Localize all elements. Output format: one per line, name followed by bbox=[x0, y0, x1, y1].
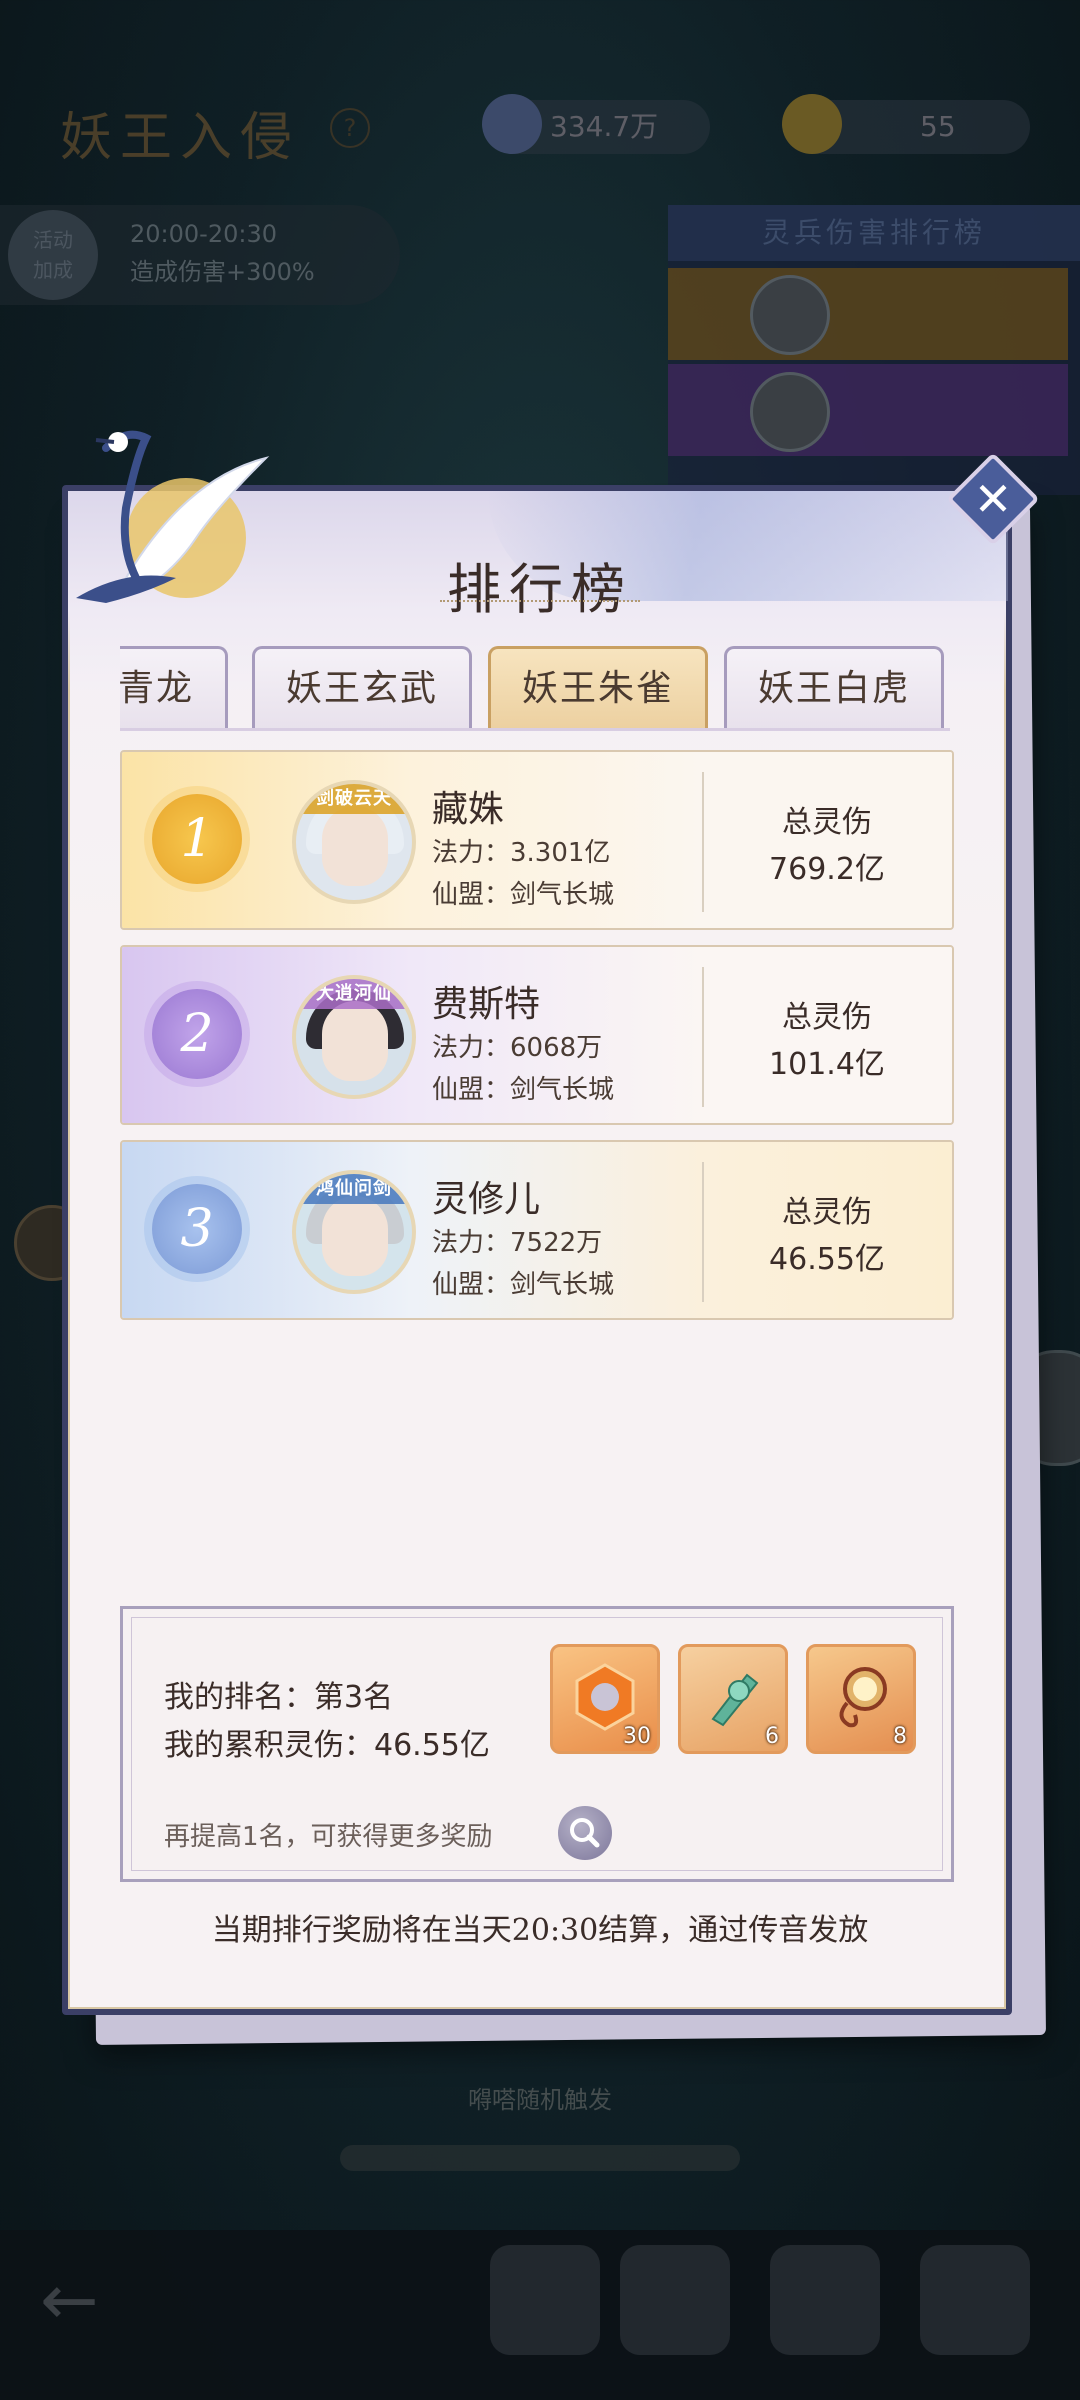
damage-value: 46.55亿 bbox=[769, 1242, 885, 1277]
avatar: 剑破云天 bbox=[292, 780, 416, 904]
tab-baihu[interactable]: 妖王白虎 bbox=[724, 646, 944, 730]
rank-badge: 1 bbox=[152, 794, 242, 884]
bg-side-panel-title: 灵兵伤害排行榜 bbox=[668, 205, 1080, 261]
rank-badge: 2 bbox=[152, 989, 242, 1079]
avatar-face bbox=[322, 1001, 388, 1081]
bg-progress-bar bbox=[340, 2145, 740, 2171]
player-name: 藏姝 bbox=[432, 789, 505, 830]
bg-time-line2: 造成伤害+300% bbox=[130, 258, 315, 286]
reward-count: 6 bbox=[765, 1724, 779, 1749]
bg-avatar bbox=[750, 275, 830, 355]
avatar: 鸿仙问剑 bbox=[292, 1170, 416, 1294]
ranking-row-3[interactable]: 3 鸿仙问剑 灵修儿 法力：7522万 仙盟：剑气长城 总灵伤 46.55亿 bbox=[120, 1140, 954, 1320]
player-guild: 仙盟：剑气长城 bbox=[432, 880, 615, 910]
bg-resource-2-value: 55 bbox=[920, 110, 956, 143]
player-guild: 仙盟：剑气长城 bbox=[432, 1270, 615, 1300]
avatar-title-tag: 大逍河仙 bbox=[296, 979, 412, 1009]
title-ornament bbox=[440, 600, 640, 610]
bg-time-badge: 活动 加成 bbox=[8, 210, 98, 300]
damage-value: 101.4亿 bbox=[769, 1047, 885, 1082]
bg-time-line1: 20:00-20:30 bbox=[130, 220, 277, 248]
mirror-charm-icon bbox=[839, 1667, 887, 1728]
modal-title: 排行榜 bbox=[447, 558, 633, 621]
bg-title: 妖王入侵 bbox=[60, 108, 301, 168]
avatar: 大逍河仙 bbox=[292, 975, 416, 1099]
jade-pendant-icon bbox=[711, 1673, 759, 1727]
tab-underline bbox=[120, 728, 950, 731]
tab-bar: 妖王青龙 妖王玄武 妖王朱雀 妖王白虎 bbox=[120, 640, 950, 730]
my-rank-text: 我的排名：第3名 bbox=[164, 1680, 394, 1715]
bg-time-badge-line2: 加成 bbox=[33, 258, 73, 282]
player-power: 法力：6068万 bbox=[432, 1033, 603, 1063]
bg-resource-2: 55 bbox=[782, 94, 1030, 154]
row-divider bbox=[702, 967, 704, 1107]
orange-crystal-icon bbox=[575, 1663, 635, 1731]
bg-time-text: 20:00-20:30 造成伤害+300% bbox=[130, 215, 315, 291]
bg-avatar bbox=[750, 372, 830, 452]
damage-label: 总灵伤 bbox=[782, 1000, 872, 1035]
bg-time-badge-line1: 活动 bbox=[33, 228, 73, 252]
player-name: 费斯特 bbox=[432, 984, 541, 1025]
ranking-row-1[interactable]: 1 剑破云天 藏姝 法力：3.301亿 仙盟：剑气长城 总灵伤 769.2亿 bbox=[120, 750, 954, 930]
reward-item-2[interactable]: 6 bbox=[678, 1644, 788, 1754]
bg-bottom-button bbox=[770, 2245, 880, 2355]
player-power: 法力：3.301亿 bbox=[432, 838, 611, 868]
help-icon: ? bbox=[330, 108, 370, 148]
damage-label: 总灵伤 bbox=[782, 805, 872, 840]
bg-progress-text: 嘚嗒随机触发 bbox=[468, 2086, 612, 2114]
row-divider bbox=[702, 772, 704, 912]
player-name: 灵修儿 bbox=[432, 1179, 541, 1220]
rank-up-hint: 再提高1名，可获得更多奖励 bbox=[164, 1822, 493, 1852]
bg-side-row bbox=[668, 268, 1068, 360]
spirit-icon bbox=[482, 94, 542, 154]
bg-resource-1: 334.7万 bbox=[482, 94, 710, 154]
damage-value: 769.2亿 bbox=[769, 852, 885, 887]
reward-item-3[interactable]: 8 bbox=[806, 1644, 916, 1754]
damage-label: 总灵伤 bbox=[782, 1195, 872, 1230]
reward-count: 30 bbox=[623, 1724, 651, 1749]
bg-resource-1-value: 334.7万 bbox=[550, 110, 659, 143]
reward-item-1[interactable]: 30 bbox=[550, 1644, 660, 1754]
bg-bottom-button bbox=[620, 2245, 730, 2355]
avatar-face bbox=[322, 1196, 388, 1276]
lightning-icon bbox=[782, 94, 842, 154]
reward-count: 8 bbox=[893, 1724, 907, 1749]
bg-bottom-button bbox=[920, 2245, 1030, 2355]
tab-xuanwu[interactable]: 妖王玄武 bbox=[252, 646, 472, 730]
rank-badge: 3 bbox=[152, 1184, 242, 1274]
search-icon[interactable] bbox=[558, 1806, 612, 1860]
avatar-title-tag: 鸿仙问剑 bbox=[296, 1174, 412, 1204]
bg-bottom-button bbox=[490, 2245, 600, 2355]
settlement-note: 当期排行奖励将在当天20:30结算，通过传音发放 bbox=[211, 1913, 869, 1948]
row-divider bbox=[702, 1162, 704, 1302]
back-arrow-icon: ← bbox=[40, 2259, 99, 2341]
avatar-face bbox=[322, 806, 388, 886]
tab-zhuque[interactable]: 妖王朱雀 bbox=[488, 646, 708, 730]
ranking-row-2[interactable]: 2 大逍河仙 费斯特 法力：6068万 仙盟：剑气长城 总灵伤 101.4亿 bbox=[120, 945, 954, 1125]
my-total-damage: 我的累积灵伤：46.55亿 bbox=[164, 1728, 490, 1763]
close-icon[interactable]: ✕ bbox=[960, 466, 1026, 532]
player-power: 法力：7522万 bbox=[432, 1228, 603, 1258]
tab-qinglong[interactable]: 妖王青龙 bbox=[120, 646, 228, 730]
avatar-title-tag: 剑破云天 bbox=[296, 784, 412, 814]
player-guild: 仙盟：剑气长城 bbox=[432, 1075, 615, 1105]
bg-side-row bbox=[668, 364, 1068, 456]
